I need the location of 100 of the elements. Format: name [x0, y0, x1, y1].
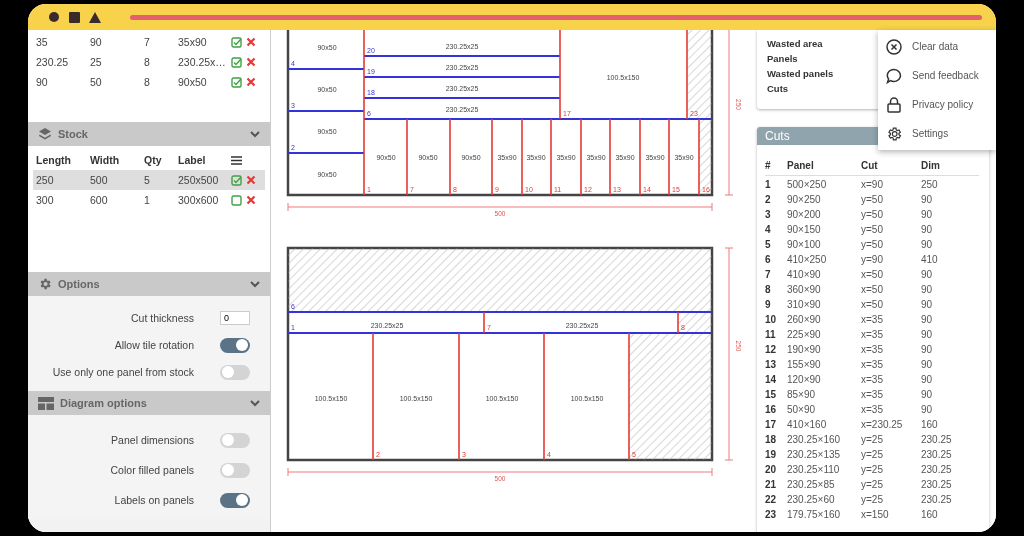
- column-header: Panel: [787, 159, 815, 171]
- table-cell-text: y=50: [861, 239, 884, 250]
- table-cell-text: 250: [35, 173, 55, 188]
- menu-item[interactable]: Send feedback: [878, 61, 996, 90]
- table-cell-text: 230.25×110: [787, 464, 841, 475]
- cut-thickness-input[interactable]: 0: [220, 311, 250, 325]
- table-cell-text: x=35: [861, 389, 884, 400]
- table-cell-text: y=25: [861, 479, 884, 490]
- table-cell-text: 90: [921, 194, 934, 205]
- table-cell-text: 230.25: [921, 464, 953, 475]
- table-cell-text: y=25: [861, 494, 884, 505]
- toggle-switch[interactable]: [220, 492, 250, 508]
- table-cell-text: 6: [765, 254, 772, 265]
- delete-icon[interactable]: [246, 57, 256, 67]
- table-cell-text: 120×90: [787, 374, 822, 385]
- table-cell-text: 90: [921, 404, 934, 415]
- column-header: Cut: [861, 159, 879, 171]
- column-header: Length: [35, 153, 72, 168]
- table-cell-text: 21: [765, 479, 778, 490]
- table-row[interactable]: 300 600 1 300x600: [33, 190, 265, 210]
- table-cell-text: 22: [765, 494, 778, 505]
- table-cell-text: 250: [921, 179, 939, 190]
- table-cell-text: 500×250: [787, 179, 828, 190]
- table-cell-text: x=35: [861, 404, 884, 415]
- table-cell-text: 310×90: [787, 299, 822, 310]
- option-label: Labels on panels: [114, 494, 194, 506]
- table-cell-text: 17: [765, 419, 778, 430]
- table-row[interactable]: 250 500 5 250x500: [33, 170, 265, 190]
- table-cell-text: 35: [35, 35, 49, 50]
- menu-icon[interactable]: [231, 155, 242, 165]
- table-cell-text: x=230.25: [861, 419, 904, 430]
- table-cell-text: 360×90: [787, 284, 822, 295]
- table-cell-text: 7: [143, 35, 151, 50]
- table-cell-text: 90: [921, 374, 934, 385]
- checkbox-icon[interactable]: [231, 194, 242, 206]
- section-title: Stock: [58, 128, 88, 140]
- table-cell-text: 8: [143, 75, 151, 90]
- table-cell-text: 11: [765, 329, 777, 340]
- table-cell-text: y=50: [861, 194, 884, 205]
- speech-bubble-icon: [886, 67, 902, 84]
- menu-item[interactable]: Privacy policy: [878, 90, 996, 119]
- table-cell-text: x=35: [861, 374, 884, 385]
- table-cell-text: 15: [765, 389, 778, 400]
- table-cell-text: 50: [89, 75, 103, 90]
- menu-item[interactable]: Settings: [878, 119, 996, 148]
- table-cell-text: 90×250: [787, 194, 822, 205]
- table-cell-text: 160: [921, 509, 939, 520]
- table-cell-text: 90: [921, 239, 934, 250]
- delete-icon[interactable]: [246, 175, 256, 185]
- table-cell-text: x=150: [861, 509, 890, 520]
- table-cell-text: 410: [921, 254, 939, 265]
- table-cell-text: x=50: [861, 269, 884, 280]
- table-cell-text: 90×100: [787, 239, 822, 250]
- table-cell-text: 8: [765, 284, 772, 295]
- table-cell-text: 230.25×135: [787, 449, 842, 460]
- table-cell-text: 90: [921, 209, 934, 220]
- summary-label: Wasted area: [767, 37, 823, 50]
- summary-label: Wasted panels: [767, 67, 834, 80]
- toggle-switch[interactable]: [220, 462, 250, 478]
- table-cell-text: 7: [765, 269, 772, 280]
- table-cell-text: 230.25: [921, 494, 953, 505]
- toggle-switch[interactable]: [220, 364, 250, 380]
- option-label: Panel dimensions: [111, 434, 194, 446]
- chevron-down-icon: [250, 280, 260, 288]
- table-cell-text: y=90: [861, 254, 884, 265]
- checked-checkbox-icon[interactable]: [231, 56, 242, 68]
- table-cell-text: x=35: [861, 344, 884, 355]
- table-cell-text: 90: [921, 284, 934, 295]
- delete-icon[interactable]: [246, 77, 256, 87]
- table-cell-text: 90: [89, 35, 103, 50]
- delete-icon[interactable]: [246, 195, 256, 205]
- table-cell-text: 90x50: [177, 75, 208, 90]
- section-header[interactable]: Options: [28, 272, 270, 296]
- option-label: Use only one panel from stock: [52, 366, 194, 378]
- table-cell-text: y=25: [861, 449, 884, 460]
- menu-item[interactable]: Clear data: [878, 32, 996, 61]
- table-cell-text: 230.25: [921, 449, 953, 460]
- toggle-switch[interactable]: [220, 432, 250, 448]
- table-cell-text: 16: [765, 404, 778, 415]
- layout-icon: [38, 396, 54, 410]
- table-cell-text: 12: [765, 344, 778, 355]
- table-cell-text: 250x500: [177, 173, 220, 188]
- table-cell-text: 90: [921, 299, 934, 310]
- table-cell-text: 20: [765, 464, 778, 475]
- table-cell-text: 90: [921, 344, 934, 355]
- section-header[interactable]: Diagram options: [28, 391, 270, 415]
- chevron-down-icon: [250, 399, 260, 407]
- table-cell-text: 230.25: [921, 434, 953, 445]
- checked-checkbox-icon[interactable]: [231, 76, 242, 88]
- checked-checkbox-icon[interactable]: [231, 36, 242, 48]
- option-label: Cut thickness: [130, 312, 194, 324]
- delete-icon[interactable]: [246, 37, 256, 47]
- table-cell-text: 90×200: [787, 209, 822, 220]
- checked-checkbox-icon[interactable]: [231, 174, 242, 186]
- table-cell-text: x=50: [861, 284, 884, 295]
- table-cell-text: x=35: [861, 359, 884, 370]
- toggle-switch[interactable]: [220, 337, 250, 353]
- table-cell-text: 230.25×60: [787, 494, 836, 505]
- table-cell-text: 230.25: [35, 55, 70, 70]
- table-cell-text: x=35: [861, 314, 884, 325]
